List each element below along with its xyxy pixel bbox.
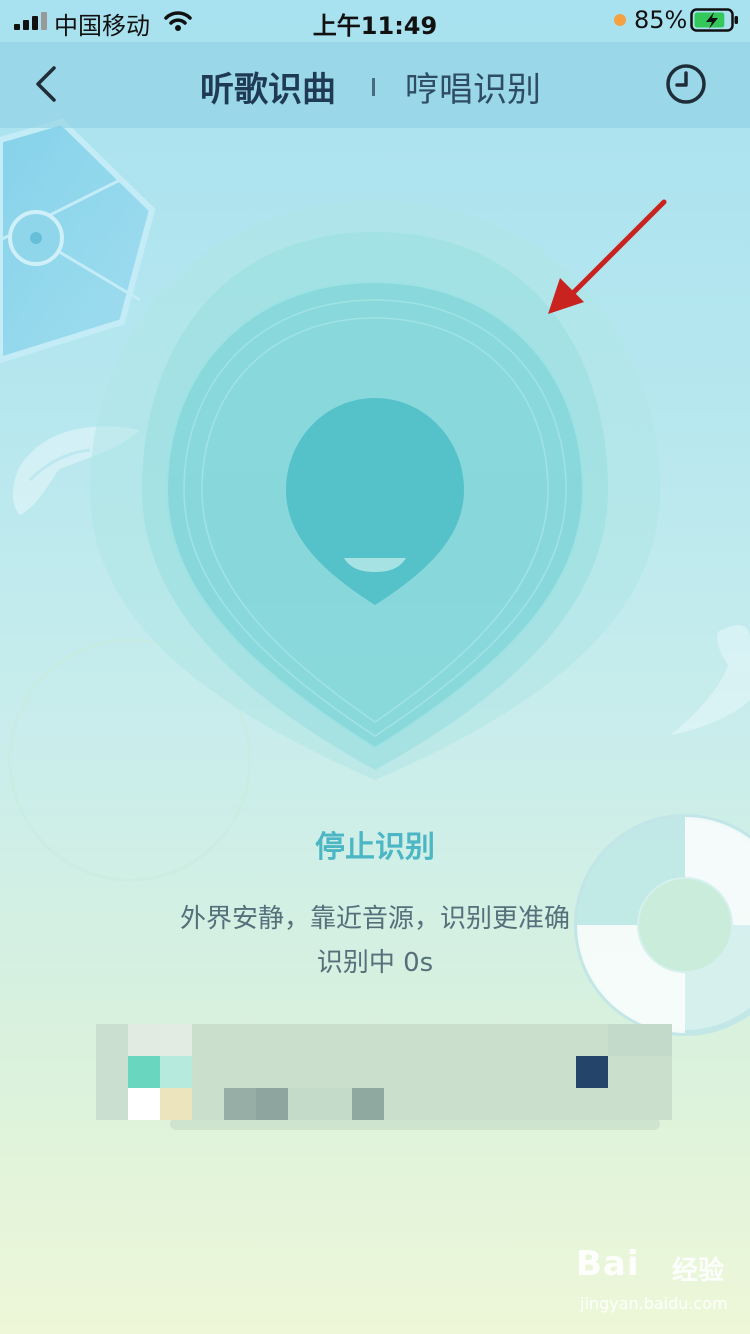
privacy-indicator xyxy=(614,14,626,26)
tab-humming-recognition[interactable]: 哼唱识别 xyxy=(405,62,541,111)
clock-icon[interactable] xyxy=(664,62,708,106)
battery-charging-icon xyxy=(690,8,738,32)
watermark-logo: Bai xyxy=(576,1244,640,1284)
baidu-jingyan-watermark: Bai 经验 jingyan.baidu.com xyxy=(576,1244,728,1318)
background-decoration xyxy=(0,118,750,1036)
sunglasses-icon xyxy=(670,625,750,735)
blurred-result-card xyxy=(96,1024,672,1120)
stop-recognize-button[interactable] xyxy=(286,398,464,606)
status-bar: 中国移动 上午11:49 85% xyxy=(0,0,750,42)
tab-song-recognition[interactable]: 听歌识曲 xyxy=(200,62,336,111)
beach-umbrella-icon xyxy=(0,118,156,364)
annotation-arrow xyxy=(548,199,667,314)
watermark-url: jingyan.baidu.com xyxy=(580,1294,728,1313)
tab-divider xyxy=(372,78,375,96)
chevron-left-icon[interactable] xyxy=(26,62,70,106)
battery-percent: 85% xyxy=(634,6,688,34)
recognition-timer: 识别中 0s xyxy=(316,948,434,978)
stop-recognize-label[interactable]: 停止识别 xyxy=(0,822,750,866)
watermark-logo-cn: 经验 xyxy=(672,1256,725,1286)
recognition-hint: 外界安静，靠近音源，识别更准确 xyxy=(179,904,570,934)
nav-bar: 听歌识曲 哼唱识别 xyxy=(0,42,750,128)
